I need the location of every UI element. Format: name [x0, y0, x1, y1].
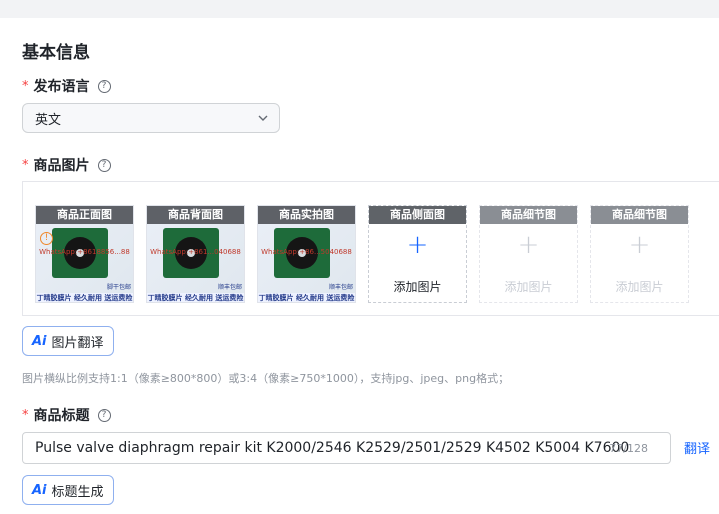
- plus-icon: +: [628, 230, 651, 260]
- translate-link[interactable]: 翻译: [684, 438, 710, 457]
- photo-side-text: 顺丰包邮: [328, 284, 353, 291]
- images-label-row: * 商品图片 ?: [22, 155, 111, 175]
- product-title-input[interactable]: Pulse valve diaphragm repair kit K2000/2…: [22, 432, 671, 464]
- ai-icon: Ai: [32, 482, 47, 498]
- required-mark: *: [22, 407, 29, 423]
- help-icon[interactable]: ?: [97, 158, 111, 172]
- photo-caption-text: 丁晴胶膜片 经久耐用 送运费险: [36, 293, 133, 302]
- language-label: 发布语言: [33, 79, 90, 95]
- slot-caption: 商品背面图: [147, 206, 244, 224]
- language-label-row: * 发布语言 ?: [22, 76, 111, 96]
- images-label: 商品图片: [33, 158, 90, 174]
- title-generate-label: 标题生成: [51, 484, 104, 500]
- product-photo: WhatsApp:+861...040688 顺丰包邮 丁晴胶膜片 经久耐用 送…: [147, 224, 244, 302]
- help-icon[interactable]: ?: [97, 79, 111, 93]
- add-image-label: 添加图片: [393, 280, 442, 294]
- help-icon[interactable]: ?: [97, 408, 111, 422]
- watermark-text: WhatsApp:+86...5040688: [261, 248, 352, 256]
- product-photo: WhatsApp:+86...5040688 顺丰包邮 丁晴胶膜片 经久耐用 送…: [258, 224, 355, 302]
- plus-icon: +: [406, 230, 429, 260]
- image-slot-detail-1[interactable]: 商品细节图 + 添加图片: [479, 205, 578, 303]
- slot-caption: 商品正面图: [36, 206, 133, 224]
- slot-caption: 商品实拍图: [258, 206, 355, 224]
- image-translate-label: 图片翻译: [51, 335, 104, 351]
- photo-caption-text: 丁晴胶膜片 经久耐用 送运费险: [147, 293, 244, 302]
- slot-caption: 商品细节图: [480, 206, 577, 224]
- language-select-value: 英文: [35, 112, 62, 128]
- image-slot-back[interactable]: 商品背面图 WhatsApp:+861...040688 顺丰包邮 丁晴胶膜片 …: [146, 205, 245, 303]
- watermark-text: WhatsApp:+8618856...88: [39, 248, 130, 256]
- image-format-hint: 图片横纵比例支持1:1（像素≥800*800）或3:4（像素≥750*1000）…: [22, 372, 510, 385]
- add-image-label: 添加图片: [504, 280, 553, 294]
- watermark-text: WhatsApp:+861...040688: [150, 248, 241, 256]
- slot-caption: 商品细节图: [591, 206, 688, 224]
- add-image-label: 添加图片: [615, 280, 664, 294]
- photo-caption-text: 丁晴胶膜片 经久耐用 送运费险: [258, 293, 355, 302]
- title-label-row: * 商品标题 ?: [22, 405, 111, 425]
- image-slot-side[interactable]: 商品侧面图 + 添加图片: [368, 205, 467, 303]
- slot-caption: 商品侧面图: [369, 206, 466, 224]
- char-count: 77/128: [609, 442, 648, 455]
- required-mark: *: [22, 78, 29, 94]
- title-generate-button[interactable]: Ai 标题生成: [22, 475, 114, 505]
- ai-icon: Ai: [32, 333, 47, 349]
- product-title-value: Pulse valve diaphragm repair kit K2000/2…: [35, 440, 630, 456]
- required-mark: *: [22, 157, 29, 173]
- warning-icon[interactable]: !: [40, 232, 53, 245]
- image-slot-detail-2[interactable]: 商品细节图 + 添加图片: [590, 205, 689, 303]
- title-label: 商品标题: [33, 408, 90, 424]
- photo-side-text: 脚干包邮: [106, 284, 131, 291]
- section-title: 基本信息: [22, 43, 90, 63]
- image-slot-actual[interactable]: 商品实拍图 WhatsApp:+86...5040688 顺丰包邮 丁晴胶膜片 …: [257, 205, 356, 303]
- photo-side-text: 顺丰包邮: [217, 284, 242, 291]
- chevron-down-icon: [258, 115, 268, 121]
- image-translate-button[interactable]: Ai 图片翻译: [22, 326, 114, 356]
- plus-icon: +: [517, 230, 540, 260]
- language-select[interactable]: 英文: [22, 103, 280, 133]
- image-slot-front[interactable]: 商品正面图 WhatsApp:+8618856...88 脚干包邮 丁晴胶膜片 …: [35, 205, 134, 303]
